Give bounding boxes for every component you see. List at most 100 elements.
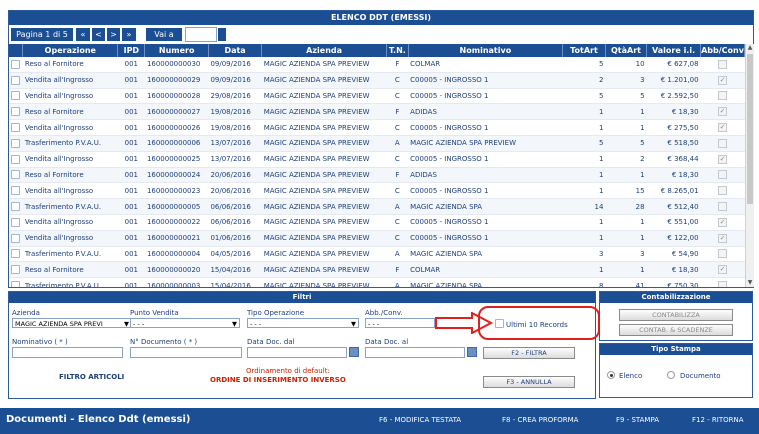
cell-select[interactable] xyxy=(9,119,23,136)
cell-select[interactable] xyxy=(9,246,23,263)
scroll-up-icon[interactable]: ▲ xyxy=(746,44,754,52)
next-page-button[interactable]: > xyxy=(107,28,120,41)
calendar-icon[interactable] xyxy=(467,347,477,357)
col-data[interactable]: Data xyxy=(208,44,263,57)
cell-tn: A xyxy=(386,135,409,152)
row-select-checkbox[interactable] xyxy=(11,202,21,212)
table-row[interactable]: Trasferimento P.V.A.U. 001 160000000004 04/… xyxy=(9,246,745,263)
cell-operazione: Vendita all'Ingrosso xyxy=(22,230,118,247)
annulla-button[interactable]: F3 - ANNULLA xyxy=(483,376,575,388)
goto-page-button[interactable] xyxy=(218,28,226,41)
col-nominativo[interactable]: Nominativo xyxy=(408,44,564,57)
row-select-checkbox[interactable] xyxy=(11,233,21,243)
cell-nominativo: ADIDAS xyxy=(408,103,563,121)
cell-select[interactable] xyxy=(9,261,23,279)
table-row[interactable]: Vendita all'Ingrosso 001 160000000022 06/06… xyxy=(9,214,745,231)
col-totart[interactable]: TotArt xyxy=(562,44,606,57)
cell-ipd: 001 xyxy=(117,103,145,121)
cell-select[interactable] xyxy=(9,57,23,73)
col-select xyxy=(9,44,24,57)
cell-operazione: Vendita all'Ingrosso xyxy=(22,119,118,136)
table-row[interactable]: Trasferimento P.V.A.U. 001 160000000003 15/… xyxy=(9,277,745,287)
cell-select[interactable] xyxy=(9,167,23,184)
col-azienda[interactable]: Azienda xyxy=(261,44,387,57)
first-page-button[interactable]: « xyxy=(76,28,90,41)
col-tn[interactable]: T.N. xyxy=(386,44,409,57)
cell-select[interactable] xyxy=(9,277,23,287)
prev-page-button[interactable]: < xyxy=(92,28,105,41)
table-row[interactable]: Vendita all'Ingrosso 001 160000000023 20/06… xyxy=(9,182,745,200)
grid-scrollbar[interactable]: ▲ ▼ xyxy=(745,44,754,287)
cell-ipd: 001 xyxy=(117,261,145,279)
col-numero[interactable]: Numero xyxy=(144,44,209,57)
cell-select[interactable] xyxy=(9,230,23,247)
calendar-icon[interactable] xyxy=(349,347,359,357)
last-page-button[interactable]: » xyxy=(122,28,136,41)
cell-select[interactable] xyxy=(9,88,23,105)
cell-select[interactable] xyxy=(9,182,23,200)
data-dal-input[interactable] xyxy=(247,347,347,358)
cell-tn: C xyxy=(386,72,409,89)
table-row[interactable]: Reso al Fornitore 001 160000000020 15/04/20… xyxy=(9,261,745,279)
cell-select[interactable] xyxy=(9,72,23,89)
filtra-button[interactable]: F2 - FILTRA xyxy=(483,347,575,359)
table-row[interactable]: Vendita all'Ingrosso 001 160000000021 01/06… xyxy=(9,230,745,247)
col-valore[interactable]: Valore i.i. xyxy=(646,44,702,57)
row-select-checkbox[interactable] xyxy=(11,186,21,196)
f6-modifica-testata-button[interactable]: F6 - MODIFICA TESTATA xyxy=(379,416,461,424)
azienda-select[interactable]: MAGIC AZIENDA SPA PREVI ▼ xyxy=(12,318,132,328)
f12-ritorna-button[interactable]: F12 - RITORNA xyxy=(692,416,744,424)
row-select-checkbox[interactable] xyxy=(11,107,21,117)
col-qtaart[interactable]: QtàArt xyxy=(605,44,648,57)
cell-select[interactable] xyxy=(9,214,23,231)
col-operazione[interactable]: Operazione xyxy=(22,44,119,57)
cell-nominativo: COLMAR xyxy=(408,261,563,279)
cell-select[interactable] xyxy=(9,151,23,168)
tipo-operazione-select[interactable]: - - - ▼ xyxy=(247,318,359,328)
filtro-articoli-link[interactable]: FILTRO ARTICOLI xyxy=(59,373,124,381)
table-row[interactable]: Vendita all'Ingrosso 001 160000000025 13/07… xyxy=(9,151,745,168)
row-select-checkbox[interactable] xyxy=(11,75,21,85)
col-ipd[interactable]: IPD xyxy=(117,44,146,57)
row-select-checkbox[interactable] xyxy=(11,154,21,164)
table-row[interactable]: Reso al Fornitore 001 160000000024 20/06/20… xyxy=(9,167,745,184)
row-select-checkbox[interactable] xyxy=(11,91,21,101)
contabilizza-button[interactable]: CONTABILIZZA xyxy=(619,309,733,321)
nominativo-input[interactable] xyxy=(12,347,123,358)
goto-page-input[interactable] xyxy=(185,27,217,42)
col-abbconv[interactable]: Abb/Conv xyxy=(700,44,745,57)
row-select-checkbox[interactable] xyxy=(11,123,21,133)
cell-select[interactable] xyxy=(9,198,23,215)
punto-vendita-select[interactable]: - - - ▼ xyxy=(130,318,240,328)
row-select-checkbox[interactable] xyxy=(11,249,21,259)
data-al-input[interactable] xyxy=(365,347,465,358)
table-row[interactable]: Vendita all'Ingrosso 001 160000000026 19/08… xyxy=(9,119,745,136)
cell-select[interactable] xyxy=(9,135,23,152)
table-row[interactable]: Trasferimento P.V.A.U. 001 160000000006 13/… xyxy=(9,135,745,152)
scroll-down-icon[interactable]: ▼ xyxy=(746,279,754,287)
abb-conv-select[interactable]: - - - xyxy=(365,318,435,328)
row-select-checkbox[interactable] xyxy=(11,138,21,148)
cell-numero: 160000000030 xyxy=(144,57,209,73)
row-select-checkbox[interactable] xyxy=(11,59,21,69)
contab-scadenze-button[interactable]: CONTAB. & SCADENZE xyxy=(619,324,733,336)
cell-select[interactable] xyxy=(9,103,23,121)
table-row[interactable]: Vendita all'Ingrosso 001 160000000029 09/09… xyxy=(9,72,745,89)
row-select-checkbox[interactable] xyxy=(11,170,21,180)
f9-stampa-button[interactable]: F9 - STAMPA xyxy=(616,416,659,424)
num-documento-input[interactable] xyxy=(130,347,242,358)
scroll-thumb[interactable] xyxy=(747,54,753,204)
table-row[interactable]: Trasferimento P.V.A.U. 001 160000000005 06/… xyxy=(9,198,745,215)
row-select-checkbox[interactable] xyxy=(11,265,21,275)
elenco-radio[interactable] xyxy=(607,371,615,379)
row-select-checkbox[interactable] xyxy=(11,281,21,287)
row-select-checkbox[interactable] xyxy=(11,217,21,227)
ultimi-10-checkbox[interactable] xyxy=(495,319,504,328)
table-row[interactable]: Reso al Fornitore 001 160000000030 09/09/20… xyxy=(9,57,745,73)
f8-crea-proforma-button[interactable]: F8 - CREA PROFORMA xyxy=(502,416,578,424)
documento-radio[interactable] xyxy=(667,371,675,379)
cell-operazione: Vendita all'Ingrosso xyxy=(22,88,118,105)
cell-nominativo: C00005 - INGROSSO 1 xyxy=(408,119,563,136)
table-row[interactable]: Reso al Fornitore 001 160000000027 19/08/20… xyxy=(9,103,745,121)
table-row[interactable]: Vendita all'Ingrosso 001 160000000028 29/08… xyxy=(9,88,745,105)
